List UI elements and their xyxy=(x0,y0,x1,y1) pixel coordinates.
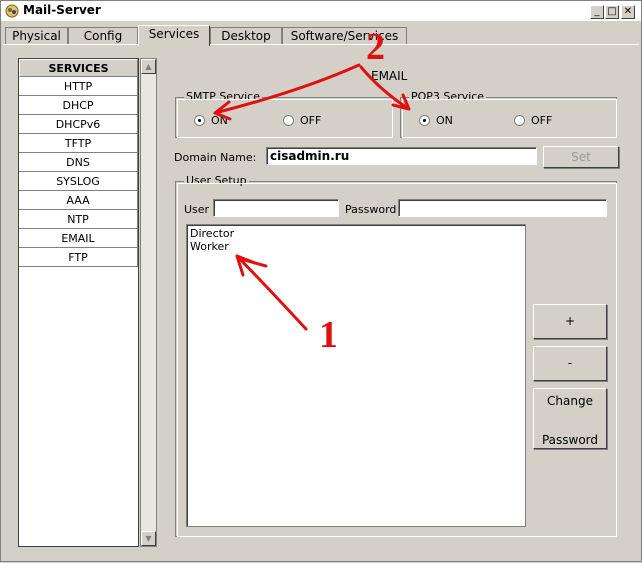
radio-checked-icon xyxy=(419,115,430,126)
user-list-item-director[interactable]: Director xyxy=(190,227,522,240)
pop3-service-label: POP3 Service xyxy=(409,90,487,103)
close-button[interactable]: ✕ xyxy=(621,5,635,19)
service-item-dns[interactable]: DNS xyxy=(19,153,138,172)
scroll-down-button[interactable]: ▼ xyxy=(141,531,156,546)
domain-name-label: Domain Name: xyxy=(174,151,257,164)
maximize-button[interactable]: □ xyxy=(605,5,619,19)
remove-user-button[interactable]: - xyxy=(533,346,607,381)
pop3-service-group: POP3 Service ON OFF xyxy=(400,90,617,138)
tab-services[interactable]: Services xyxy=(138,25,210,46)
minimize-button[interactable]: _ xyxy=(590,5,604,19)
annotation-number-one: 1 xyxy=(319,314,338,356)
password-input[interactable] xyxy=(398,199,607,217)
add-user-button[interactable]: + xyxy=(533,304,607,339)
tab-physical[interactable]: Physical xyxy=(5,27,68,45)
app-icon xyxy=(5,4,19,18)
radio-unchecked-icon xyxy=(514,115,525,126)
user-setup-label: User Setup xyxy=(184,174,249,187)
smtp-service-label: SMTP Service xyxy=(184,90,262,103)
service-item-email[interactable]: EMAIL xyxy=(19,229,138,248)
service-item-aaa[interactable]: AAA xyxy=(19,191,138,210)
radio-unchecked-icon xyxy=(283,115,294,126)
smtp-off-radio[interactable]: OFF xyxy=(283,114,321,127)
close-icon: ✕ xyxy=(623,6,633,17)
tab-config[interactable]: Config xyxy=(68,27,138,45)
service-item-dhcp[interactable]: DHCP xyxy=(19,96,138,115)
services-list: SERVICES HTTP DHCP DHCPv6 TFTP DNS SYSLO… xyxy=(18,58,139,547)
pop3-on-radio[interactable]: ON xyxy=(419,114,453,127)
pop3-on-label: ON xyxy=(436,114,453,127)
minimize-icon: _ xyxy=(594,6,600,17)
smtp-on-label: ON xyxy=(211,114,228,127)
service-item-syslog[interactable]: SYSLOG xyxy=(19,172,138,191)
password-label: Password xyxy=(345,203,397,216)
services-scrollbar[interactable]: ▲ ▼ xyxy=(140,58,157,547)
triangle-down-icon: ▼ xyxy=(145,534,152,543)
smtp-on-radio[interactable]: ON xyxy=(194,114,228,127)
radio-checked-icon xyxy=(194,115,205,126)
change-password-line2: Password xyxy=(541,433,599,447)
service-item-tftp[interactable]: TFTP xyxy=(19,134,138,153)
smtp-service-group: SMTP Service ON OFF xyxy=(175,90,393,138)
service-item-dhcpv6[interactable]: DHCPv6 xyxy=(19,115,138,134)
service-item-ntp[interactable]: NTP xyxy=(19,210,138,229)
domain-name-value: cisadmin.ru xyxy=(270,149,350,163)
pop3-off-label: OFF xyxy=(531,114,553,127)
user-list-item-worker[interactable]: Worker xyxy=(190,240,522,253)
tab-desktop[interactable]: Desktop xyxy=(210,27,282,45)
pop3-off-radio[interactable]: OFF xyxy=(514,114,552,127)
set-domain-button[interactable]: Set xyxy=(543,146,619,168)
domain-name-input[interactable]: cisadmin.ru xyxy=(266,147,537,165)
service-item-http[interactable]: HTTP xyxy=(19,77,138,96)
services-header: SERVICES xyxy=(19,59,138,77)
mail-server-window: Mail-Server _ □ ✕ Physical Config Servic… xyxy=(0,0,642,562)
change-password-line1: Change xyxy=(547,394,593,408)
smtp-off-label: OFF xyxy=(300,114,322,127)
panel-title: EMAIL xyxy=(371,69,408,83)
triangle-up-icon: ▲ xyxy=(145,62,152,71)
scroll-up-button[interactable]: ▲ xyxy=(141,59,156,74)
tab-software-services[interactable]: Software/Services xyxy=(282,27,407,45)
service-item-ftp[interactable]: FTP xyxy=(19,248,138,267)
maximize-icon: □ xyxy=(607,6,617,17)
window-title: Mail-Server xyxy=(23,3,101,17)
user-input[interactable] xyxy=(213,199,339,217)
user-label: User xyxy=(184,203,210,216)
user-list[interactable]: Director Worker xyxy=(186,224,526,527)
annotation-number-two: 2 xyxy=(366,26,385,68)
change-password-button[interactable]: Change Password xyxy=(533,388,607,449)
title-bar[interactable]: Mail-Server _ □ ✕ xyxy=(1,1,641,21)
